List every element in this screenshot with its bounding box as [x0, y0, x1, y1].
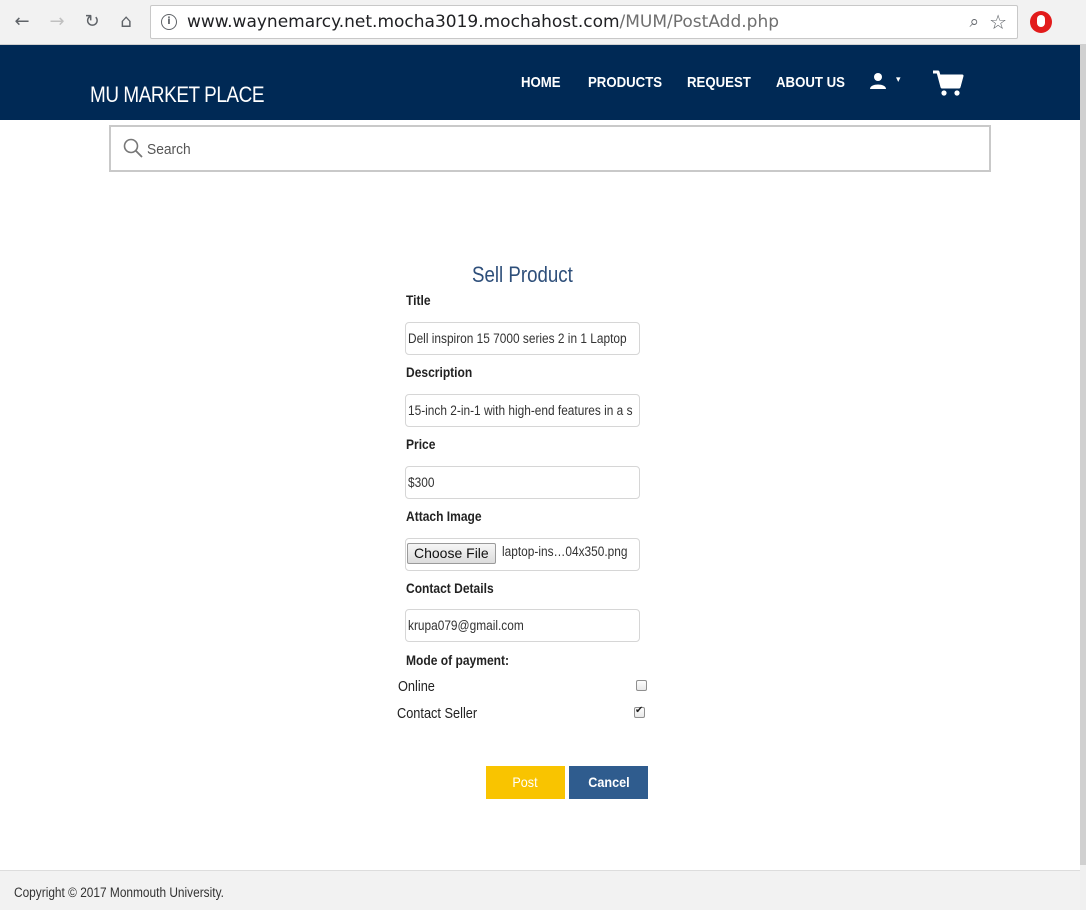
star-icon[interactable]: ☆: [989, 10, 1007, 34]
description-value: 15-inch 2-in-1 with high-end features in…: [408, 403, 633, 418]
contact-field[interactable]: krupa079@gmail.com: [405, 609, 640, 642]
scrollbar-thumb[interactable]: [1080, 45, 1086, 865]
back-icon[interactable]: ←: [10, 10, 34, 34]
payment-mode-label: Mode of payment:: [406, 652, 510, 668]
price-label: Price: [406, 436, 436, 452]
nav-products[interactable]: PRODUCTS: [588, 74, 662, 91]
price-field[interactable]: $300: [405, 466, 640, 499]
contact-seller-label: Contact Seller: [397, 706, 478, 722]
search-input[interactable]: [147, 135, 902, 163]
cart-icon[interactable]: [932, 69, 964, 97]
nav-home[interactable]: HOME: [521, 74, 561, 91]
zoom-icon[interactable]: ⌕: [969, 12, 979, 32]
extension-icon[interactable]: [1030, 11, 1052, 33]
nav-request[interactable]: REQUEST: [687, 74, 751, 91]
contact-details-label: Contact Details: [406, 580, 494, 596]
title-value: Dell inspiron 15 7000 series 2 in 1 Lapt…: [408, 331, 627, 346]
reload-icon[interactable]: ↻: [80, 10, 104, 34]
browser-toolbar: ← → ↻ ⌂ i www.waynemarcy.net.mocha3019.m…: [0, 0, 1086, 45]
file-input[interactable]: Choose File laptop-ins…04x350.png: [405, 538, 640, 571]
contact-value: krupa079@gmail.com: [408, 618, 524, 633]
chevron-down-icon[interactable]: ▾: [896, 75, 901, 85]
contact-seller-checkbox[interactable]: [634, 705, 645, 718]
address-bar[interactable]: i www.waynemarcy.net.mocha3019.mochahost…: [150, 5, 1018, 39]
search-icon: [123, 138, 143, 158]
home-icon[interactable]: ⌂: [114, 10, 138, 34]
nav-about-us[interactable]: ABOUT US: [776, 74, 845, 91]
forward-icon[interactable]: →: [45, 10, 69, 34]
file-name: laptop-ins…04x350.png: [502, 544, 628, 559]
search-box[interactable]: [109, 125, 991, 172]
description-field[interactable]: 15-inch 2-in-1 with high-end features in…: [405, 394, 640, 427]
title-field[interactable]: Dell inspiron 15 7000 series 2 in 1 Lapt…: [405, 322, 640, 355]
title-label: Title: [406, 292, 431, 308]
footer: Copyright © 2017 Monmouth University.: [0, 870, 1080, 910]
user-icon[interactable]: [869, 72, 887, 90]
attach-image-label: Attach Image: [406, 508, 482, 524]
online-label: Online: [398, 679, 435, 695]
online-checkbox[interactable]: [636, 680, 647, 691]
post-button[interactable]: Post: [486, 766, 565, 799]
site-header: MU MARKET PLACE HOME PRODUCTS REQUEST AB…: [0, 45, 1080, 120]
page-title: Sell Product: [472, 262, 573, 287]
choose-file-button[interactable]: Choose File: [407, 543, 496, 564]
description-label: Description: [406, 364, 473, 380]
price-value: $300: [408, 475, 435, 490]
url-text[interactable]: www.waynemarcy.net.mocha3019.mochahost.c…: [187, 12, 779, 32]
cancel-button[interactable]: Cancel: [569, 766, 648, 799]
copyright-text: Copyright © 2017 Monmouth University.: [14, 885, 224, 900]
info-icon[interactable]: i: [161, 14, 177, 30]
brand-logo[interactable]: MU MARKET PLACE: [90, 82, 264, 108]
